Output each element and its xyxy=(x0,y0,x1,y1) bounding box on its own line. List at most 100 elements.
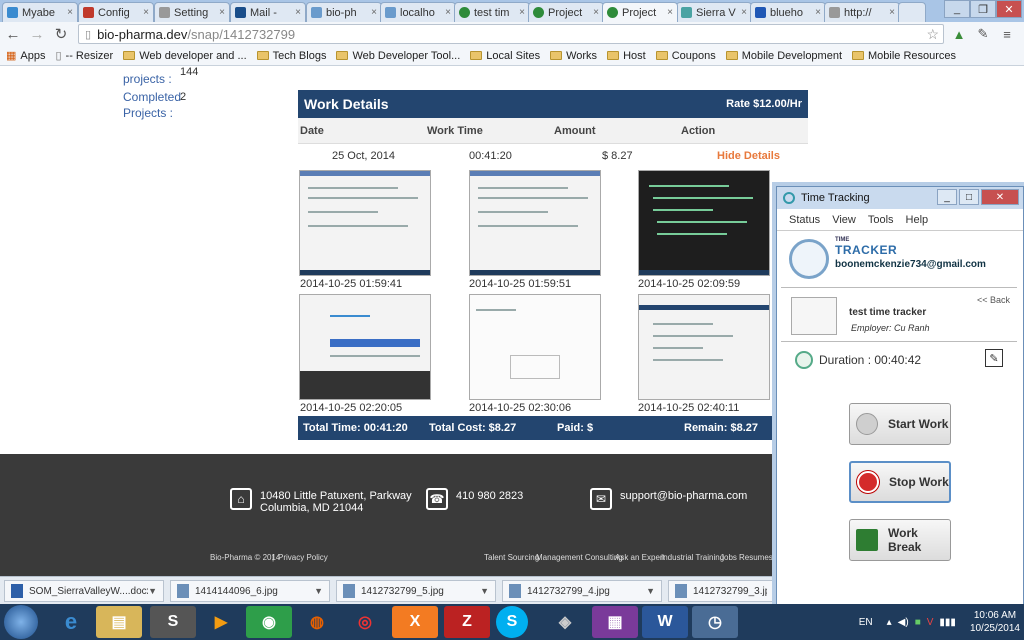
address-bar[interactable]: ▯ bio-pharma.dev/snap/1412732799 ☆ xyxy=(78,24,944,44)
work-break-button[interactable]: Work Break xyxy=(849,519,951,561)
star-icon[interactable]: ☆ xyxy=(926,26,939,43)
time-tracker-taskbar-icon[interactable]: ◷ xyxy=(692,606,738,638)
edit-icon[interactable]: ✎ xyxy=(985,349,1003,367)
shield-icon[interactable]: ■ xyxy=(915,617,921,628)
hide-details-link[interactable]: Hide Details xyxy=(717,150,780,162)
browser-tab[interactable]: http://× xyxy=(824,2,900,22)
chrome-icon[interactable]: ◎ xyxy=(342,606,388,638)
bookmark-folder[interactable]: Local Sites xyxy=(470,50,540,62)
network-icon[interactable]: ▮▮▮ xyxy=(939,617,956,628)
menu-view[interactable]: View xyxy=(832,214,856,226)
bookmark-folder[interactable]: Coupons xyxy=(655,50,716,62)
word-icon[interactable]: W xyxy=(642,606,688,638)
bookmark-apps[interactable]: ▦ Apps xyxy=(6,49,45,63)
minimize-icon[interactable]: _ xyxy=(937,189,957,205)
firefox-icon[interactable]: ◍ xyxy=(294,606,340,638)
clock[interactable]: 10:06 AM 10/25/2014 xyxy=(970,609,1020,635)
download-item[interactable]: 1414144096_6.jpg ▼ xyxy=(170,580,330,602)
close-icon[interactable]: × xyxy=(295,7,301,18)
bookmark-item[interactable]: ▯ -- Resizer xyxy=(55,49,113,63)
footer-link[interactable]: Talent Sourcing xyxy=(484,553,539,562)
restore-icon[interactable]: ❐ xyxy=(970,0,996,18)
speaker-icon[interactable]: ◀) xyxy=(898,617,909,628)
sublime-icon[interactable]: S xyxy=(150,606,196,638)
download-item[interactable]: 1412732799_5.jpg ▼ xyxy=(336,580,496,602)
browser-tab[interactable]: Myabe × xyxy=(2,2,78,22)
download-item[interactable]: 1412732799_4.jpg ▼ xyxy=(502,580,662,602)
xampp-icon[interactable]: X xyxy=(392,606,438,638)
bookmark-folder[interactable]: Tech Blogs xyxy=(256,50,326,62)
maximize-icon[interactable]: □ xyxy=(959,189,979,205)
download-item[interactable]: 1412732799_3.jpg xyxy=(668,580,774,602)
browser-tab[interactable]: test tim × xyxy=(454,2,530,22)
back-link[interactable]: << Back xyxy=(977,295,1010,305)
privacy-link[interactable]: Privacy Policy xyxy=(278,553,328,562)
browser-tab[interactable]: Config × xyxy=(78,2,154,22)
browser-tab[interactable]: Setting × xyxy=(154,2,230,22)
screenshot-thumbnail[interactable] xyxy=(469,294,601,400)
antivirus-icon[interactable]: V xyxy=(927,617,934,628)
close-icon[interactable]: × xyxy=(815,7,821,18)
close-icon[interactable]: × xyxy=(371,7,377,18)
browser-tab[interactable]: blueho × xyxy=(750,2,826,22)
chevron-down-icon[interactable]: ▼ xyxy=(314,586,323,596)
close-icon[interactable]: × xyxy=(143,7,149,18)
browser-tab[interactable]: bio-ph × xyxy=(306,2,382,22)
screenshot-thumbnail[interactable] xyxy=(299,294,431,400)
menu-icon[interactable]: ≡ xyxy=(998,25,1016,43)
screenshot-thumbnail[interactable] xyxy=(299,170,431,276)
close-icon[interactable]: × xyxy=(741,7,747,18)
footer-email[interactable]: support@bio-pharma.com xyxy=(620,490,747,502)
screenshot-thumbnail[interactable] xyxy=(469,170,601,276)
ie-icon[interactable]: e xyxy=(48,606,94,638)
reload-icon[interactable]: ↻ xyxy=(50,23,72,45)
chevron-down-icon[interactable]: ▼ xyxy=(646,586,655,596)
green-app-icon[interactable]: ◉ xyxy=(246,606,292,638)
browser-tab[interactable]: Sierra V × xyxy=(676,2,752,22)
footer-link[interactable]: Jobs xyxy=(720,553,737,562)
close-icon[interactable]: × xyxy=(593,7,599,18)
bookmark-folder[interactable]: Web Developer Tool... xyxy=(336,50,460,62)
bookmark-folder[interactable]: Mobile Development xyxy=(725,50,842,62)
media-player-icon[interactable]: ▶ xyxy=(198,606,244,638)
explorer-icon[interactable]: ▤ xyxy=(96,606,142,638)
browser-tab-active[interactable]: Project × xyxy=(602,2,678,22)
menu-tools[interactable]: Tools xyxy=(868,214,894,226)
skype-icon[interactable]: S xyxy=(496,606,528,638)
menu-help[interactable]: Help xyxy=(906,214,929,226)
stop-work-button[interactable]: Stop Work xyxy=(849,461,951,503)
close-icon[interactable]: × xyxy=(67,7,73,18)
browser-tab[interactable]: Mail - × xyxy=(230,2,306,22)
bookmark-folder[interactable]: Works xyxy=(550,50,597,62)
close-icon[interactable]: × xyxy=(667,7,673,18)
bookmark-folder[interactable]: Web developer and ... xyxy=(123,50,247,62)
close-icon[interactable]: ✕ xyxy=(981,189,1019,205)
close-window-icon[interactable]: ✕ xyxy=(996,0,1022,18)
close-icon[interactable]: × xyxy=(219,7,225,18)
screenshot-thumbnail[interactable] xyxy=(638,294,770,400)
close-icon[interactable]: × xyxy=(889,7,895,18)
bookmark-folder[interactable]: Mobile Resources xyxy=(852,50,956,62)
start-work-button[interactable]: Start Work xyxy=(849,403,951,445)
app-icon[interactable]: ◈ xyxy=(542,606,588,638)
footer-link[interactable]: Industrial Training xyxy=(661,553,724,562)
browser-tab[interactable]: localho × xyxy=(380,2,456,22)
download-item[interactable]: SOM_SierraValleyW....docx ▼ xyxy=(4,580,164,602)
tray-arrow-icon[interactable]: ▴ xyxy=(887,617,892,628)
chevron-down-icon[interactable]: ▼ xyxy=(480,586,489,596)
footer-link[interactable]: Ask an Expert xyxy=(615,553,665,562)
new-tab-button[interactable] xyxy=(898,2,926,22)
close-icon[interactable]: × xyxy=(445,7,451,18)
close-icon[interactable]: × xyxy=(519,7,525,18)
winrar-icon[interactable]: ▦ xyxy=(592,606,638,638)
start-button[interactable] xyxy=(4,605,38,639)
footer-link[interactable]: Management Consulting xyxy=(536,553,623,562)
browser-tab[interactable]: Project × xyxy=(528,2,604,22)
filezilla-icon[interactable]: Z xyxy=(444,606,490,638)
chevron-down-icon[interactable]: ▼ xyxy=(148,586,157,596)
minimize-icon[interactable]: _ xyxy=(944,0,970,18)
drive-icon[interactable]: ▲ xyxy=(950,25,968,43)
forward-icon[interactable]: → xyxy=(26,23,48,45)
back-icon[interactable]: ← xyxy=(2,23,24,45)
bookmark-folder[interactable]: Host xyxy=(607,50,646,62)
